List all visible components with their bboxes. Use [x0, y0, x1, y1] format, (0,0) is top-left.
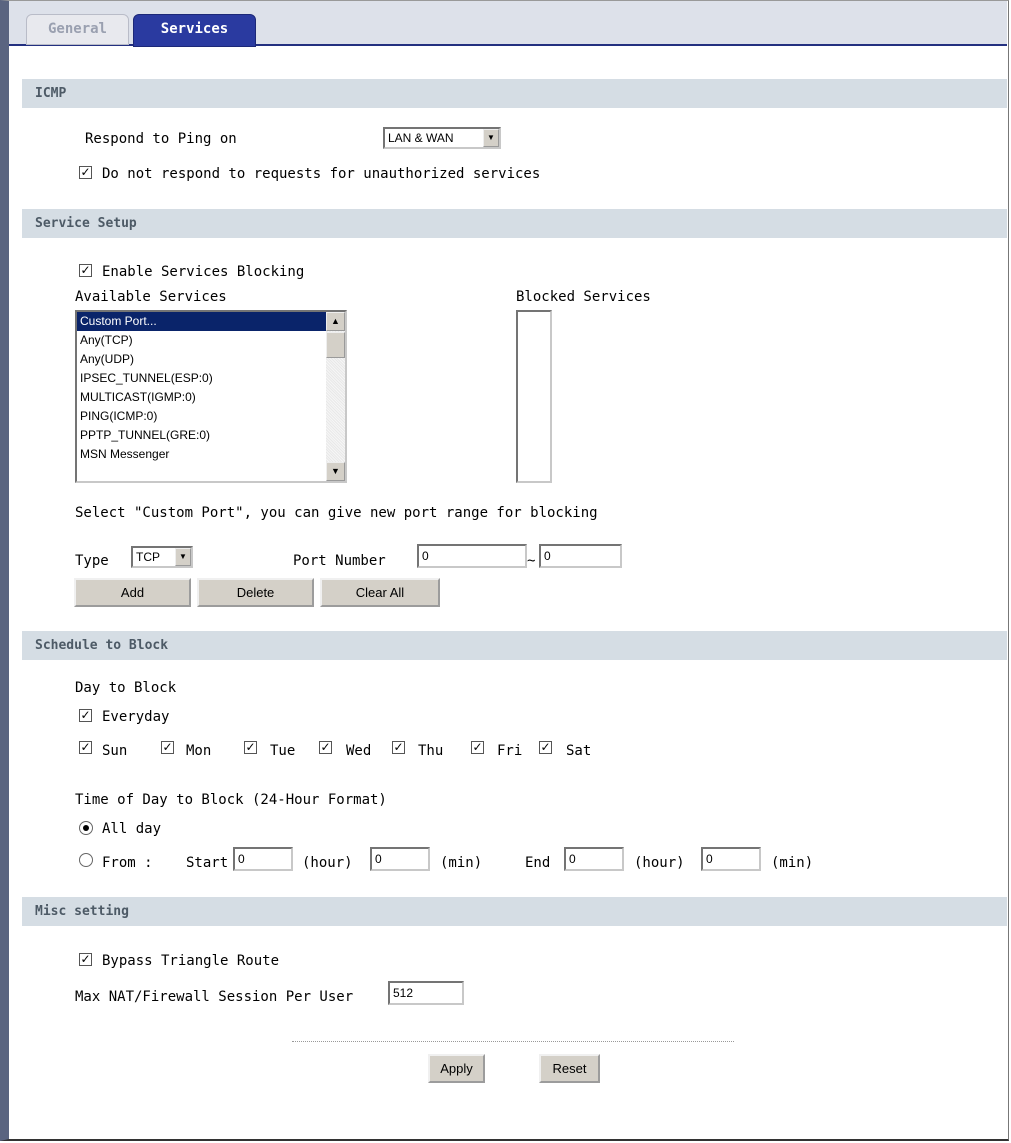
blocked-services-list[interactable] [516, 310, 552, 483]
section-icmp-header: ICMP [22, 79, 1007, 108]
day-checkbox-sat[interactable]: ✓ [539, 741, 552, 754]
add-button[interactable]: Add [74, 578, 191, 607]
custom-port-hint: Select "Custom Port", you can give new p… [75, 505, 598, 521]
type-value: TCP [136, 550, 160, 564]
end-min-unit: (min) [771, 855, 814, 871]
section-misc-header: Misc setting [22, 897, 1007, 926]
max-nat-input[interactable]: 512 [388, 981, 464, 1005]
enable-blocking-checkbox[interactable]: ✓ [79, 264, 92, 277]
apply-button[interactable]: Apply [428, 1054, 485, 1083]
port-range-tilde: ~ [527, 553, 536, 569]
available-services-list[interactable]: Custom Port... Any(TCP) Any(UDP) IPSEC_T… [75, 310, 347, 483]
start-hour-input[interactable]: 0 [233, 847, 293, 871]
section-schedule-header: Schedule to Block [22, 631, 1007, 660]
no-respond-label: Do not respond to requests for unauthori… [102, 166, 541, 182]
day-checkbox-wed[interactable]: ✓ [319, 741, 332, 754]
bypass-triangle-checkbox[interactable]: ✓ [79, 953, 92, 966]
day-label-wed: Wed [346, 743, 372, 759]
end-label: End [525, 855, 551, 871]
reset-button[interactable]: Reset [539, 1054, 600, 1083]
type-select[interactable]: TCP ▼ [131, 546, 193, 568]
list-item[interactable]: PPTP_TUNNEL(GRE:0) [77, 426, 326, 445]
scrollbar[interactable]: ▲ ▼ [326, 312, 345, 481]
end-min-input[interactable]: 0 [701, 847, 761, 871]
start-label: Start [186, 855, 229, 871]
enable-blocking-label: Enable Services Blocking [102, 264, 305, 280]
start-min-unit: (min) [440, 855, 483, 871]
respond-to-ping-label: Respond to Ping on [85, 131, 237, 147]
type-label: Type [75, 553, 109, 569]
scroll-down-icon[interactable]: ▼ [326, 462, 345, 481]
tab-services[interactable]: Services [133, 14, 256, 47]
divider [292, 1041, 734, 1042]
day-checkbox-fri[interactable]: ✓ [471, 741, 484, 754]
port-from-input[interactable]: 0 [417, 544, 527, 568]
bypass-triangle-label: Bypass Triangle Route [102, 953, 280, 969]
day-checkbox-tue[interactable]: ✓ [244, 741, 257, 754]
list-item[interactable]: MSN Messenger [77, 445, 326, 464]
list-item[interactable]: Any(TCP) [77, 331, 326, 350]
from-radio[interactable] [79, 853, 93, 867]
end-hour-input[interactable]: 0 [564, 847, 624, 871]
chevron-down-icon[interactable]: ▼ [483, 129, 499, 147]
available-services-label: Available Services [75, 289, 227, 305]
end-hour-unit: (hour) [634, 855, 685, 871]
day-checkbox-sun[interactable]: ✓ [79, 741, 92, 754]
day-checkbox-mon[interactable]: ✓ [161, 741, 174, 754]
list-item[interactable]: IPSEC_TUNNEL(ESP:0) [77, 369, 326, 388]
max-nat-label: Max NAT/Firewall Session Per User [75, 989, 354, 1005]
tab-general[interactable]: General [26, 14, 129, 45]
day-label-mon: Mon [186, 743, 212, 759]
list-item[interactable]: Custom Port... [77, 312, 326, 331]
list-item[interactable]: MULTICAST(IGMP:0) [77, 388, 326, 407]
blocked-services-label: Blocked Services [516, 289, 651, 305]
all-day-label: All day [102, 821, 162, 837]
from-label: From : [102, 855, 153, 871]
section-service-setup-header: Service Setup [22, 209, 1007, 238]
day-label-sat: Sat [566, 743, 592, 759]
scroll-thumb[interactable] [326, 332, 345, 358]
everyday-checkbox[interactable]: ✓ [79, 709, 92, 722]
start-hour-unit: (hour) [302, 855, 353, 871]
day-label-tue: Tue [270, 743, 296, 759]
port-number-label: Port Number [293, 553, 386, 569]
list-item[interactable]: Any(UDP) [77, 350, 326, 369]
clear-all-button[interactable]: Clear All [320, 578, 440, 607]
port-to-input[interactable]: 0 [539, 544, 622, 568]
list-item[interactable]: PING(ICMP:0) [77, 407, 326, 426]
start-min-input[interactable]: 0 [370, 847, 430, 871]
day-label-thu: Thu [418, 743, 444, 759]
all-day-radio[interactable] [79, 821, 93, 835]
respond-to-ping-select[interactable]: LAN & WAN ▼ [383, 127, 501, 149]
respond-to-ping-value: LAN & WAN [388, 131, 454, 145]
chevron-down-icon[interactable]: ▼ [175, 548, 191, 566]
no-respond-checkbox[interactable]: ✓ [79, 166, 92, 179]
scroll-up-icon[interactable]: ▲ [326, 312, 345, 331]
tab-bar: General Services [9, 1, 1007, 47]
day-to-block-label: Day to Block [75, 680, 177, 696]
day-checkbox-thu[interactable]: ✓ [392, 741, 405, 754]
everyday-label: Everyday [102, 709, 170, 725]
time-to-block-label: Time of Day to Block (24-Hour Format) [75, 792, 387, 808]
day-label-sun: Sun [102, 743, 128, 759]
day-label-fri: Fri [497, 743, 523, 759]
delete-button[interactable]: Delete [197, 578, 314, 607]
